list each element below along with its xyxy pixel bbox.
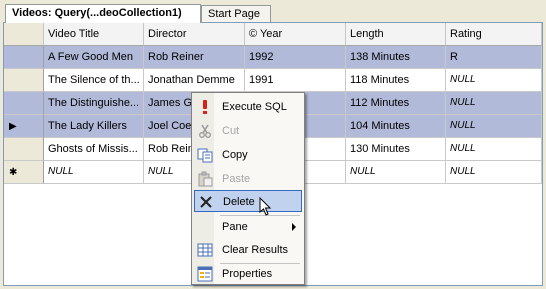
- cell-year[interactable]: 1992: [245, 46, 346, 69]
- paste-icon: [198, 171, 213, 187]
- cell-rating[interactable]: NULL: [446, 92, 542, 115]
- cell-length[interactable]: 138 Minutes: [346, 46, 446, 69]
- properties-icon: [197, 266, 213, 282]
- clear-results-icon: [197, 243, 213, 257]
- tab-start-page[interactable]: Start Page: [201, 5, 271, 22]
- row-selector[interactable]: [4, 92, 44, 115]
- cell-length[interactable]: 112 Minutes: [346, 92, 446, 115]
- menu-item-copy[interactable]: Copy: [194, 144, 302, 166]
- menu-item-label: Execute SQL: [222, 101, 287, 113]
- row-selector[interactable]: ▶: [4, 115, 44, 138]
- menu-item-cut[interactable]: Cut: [194, 120, 302, 142]
- menu-item-properties[interactable]: Properties: [194, 263, 302, 285]
- cell-rating[interactable]: NULL: [446, 161, 542, 184]
- menu-item-label: Paste: [222, 173, 251, 185]
- new-row-star-icon: ✱: [9, 167, 18, 178]
- document-tab-strip: Videos: Query(...deoCollection1) Start P…: [0, 0, 546, 23]
- mouse-pointer-icon: [259, 197, 272, 216]
- cell-rating[interactable]: R: [446, 46, 542, 69]
- cell-rating[interactable]: NULL: [446, 138, 542, 161]
- cell-video-title[interactable]: Ghosts of Missis...: [44, 138, 144, 161]
- menu-item-label: Copy: [222, 149, 248, 161]
- menu-item-label: Clear Results: [222, 244, 289, 256]
- cell-year[interactable]: 1991: [245, 69, 346, 92]
- cell-video-title[interactable]: The Silence of th...: [44, 69, 144, 92]
- menu-item-clear-results[interactable]: Clear Results: [194, 239, 302, 261]
- row-selector[interactable]: [4, 69, 44, 92]
- cell-video-title[interactable]: The Distinguishe...: [44, 92, 144, 115]
- cell-director[interactable]: Jonathan Demme: [144, 69, 245, 92]
- column-header-video-title[interactable]: Video Title: [44, 23, 144, 46]
- context-menu: Execute SQL Cut Copy Paste Delete Pane C…: [191, 92, 305, 285]
- menu-item-paste[interactable]: Paste: [194, 168, 302, 190]
- cell-director[interactable]: Rob Reiner: [144, 46, 245, 69]
- cell-video-title[interactable]: NULL: [44, 161, 144, 184]
- cell-rating[interactable]: NULL: [446, 69, 542, 92]
- delete-x-icon: [200, 196, 212, 208]
- cell-video-title[interactable]: The Lady Killers: [44, 115, 144, 138]
- cell-video-title[interactable]: A Few Good Men: [44, 46, 144, 69]
- column-header-length[interactable]: Length: [346, 23, 446, 46]
- cell-length[interactable]: 118 Minutes: [346, 69, 446, 92]
- row-selector[interactable]: [4, 46, 44, 69]
- tab-videos-query[interactable]: Videos: Query(...deoCollection1): [5, 4, 201, 23]
- cell-rating[interactable]: NULL: [446, 115, 542, 138]
- submenu-arrow-icon: [292, 223, 296, 231]
- menu-item-label: Pane: [222, 221, 248, 233]
- cell-length[interactable]: 130 Minutes: [346, 138, 446, 161]
- column-header-director[interactable]: Director: [144, 23, 245, 46]
- column-header-rating[interactable]: Rating: [446, 23, 542, 46]
- menu-item-label: Cut: [222, 125, 240, 137]
- grid-corner-header[interactable]: [4, 23, 44, 46]
- column-header-year[interactable]: © Year: [245, 23, 346, 46]
- scissors-icon: [199, 124, 211, 138]
- cell-length[interactable]: NULL: [346, 161, 446, 184]
- current-row-arrow-icon: ▶: [9, 121, 17, 132]
- copy-icon: [197, 148, 213, 163]
- menu-item-label: Delete: [223, 196, 255, 208]
- row-selector[interactable]: [4, 138, 44, 161]
- cell-length[interactable]: 104 Minutes: [346, 115, 446, 138]
- execute-sql-icon: [203, 100, 207, 114]
- menu-item-execute-sql[interactable]: Execute SQL: [194, 96, 302, 118]
- row-selector[interactable]: ✱: [4, 161, 44, 184]
- menu-item-label: Properties: [222, 268, 273, 280]
- menu-item-pane[interactable]: Pane: [194, 216, 302, 238]
- menu-item-delete[interactable]: Delete: [194, 190, 302, 212]
